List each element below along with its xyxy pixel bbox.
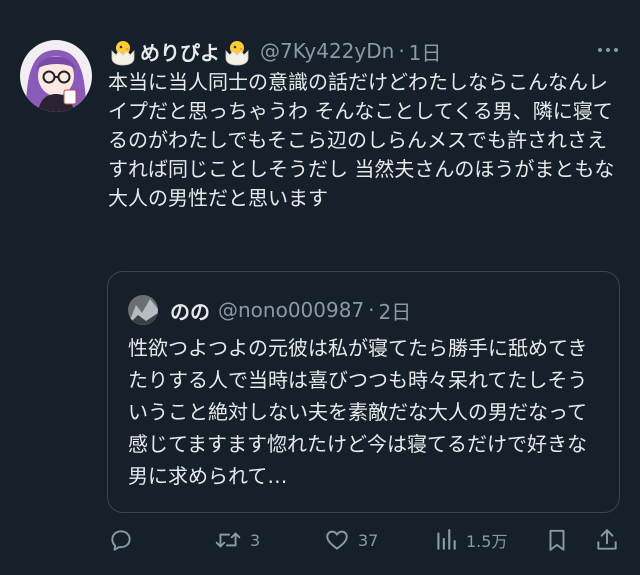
tweet-header: めりぴよ @7Ky422yDn · 1日	[108, 34, 441, 68]
quoted-author-avatar	[128, 295, 158, 325]
separator: ·	[368, 298, 375, 322]
tweet: めりぴよ @7Ky422yDn · 1日 本当に当人同士の意識の話だけどわたしな…	[0, 0, 640, 575]
hatching-chick-icon	[222, 36, 252, 66]
like-button[interactable]: 37	[324, 522, 378, 558]
share-button[interactable]	[594, 522, 620, 558]
author-display-name[interactable]: めりぴよ	[140, 37, 220, 66]
separator: ·	[398, 39, 405, 63]
hatching-chick-icon	[108, 36, 138, 66]
views-button[interactable]: 1.5万	[434, 522, 507, 558]
views-count: 1.5万	[466, 532, 508, 551]
tweet-text: 本当に当人同士の意識の話だけどわたしならこんなんレイプだと思っちゃうわ そんなこ…	[108, 70, 615, 210]
repost-icon	[214, 527, 242, 553]
more-options-icon[interactable]	[598, 40, 618, 60]
quoted-tweet-text: 性欲つよつよの元彼は私が寝てたら勝手に舐めてきたりする人で当時は喜びつつも時々呆…	[128, 336, 588, 488]
bookmark-button[interactable]	[544, 522, 570, 558]
quoted-tweet-header: のの @nono000987 · 2日	[128, 294, 411, 326]
heart-icon	[324, 527, 350, 553]
share-icon	[594, 527, 620, 553]
author-avatar[interactable]	[20, 40, 92, 112]
quoted-tweet[interactable]: のの @nono000987 · 2日 性欲つよつよの元彼は私が寝てたら勝手に舐…	[107, 271, 620, 513]
action-bar: 3 37 1.5万	[108, 522, 628, 558]
repost-count: 3	[250, 530, 261, 550]
like-count: 37	[358, 530, 379, 550]
bookmark-icon	[544, 527, 570, 553]
quoted-author-display-name: のの	[170, 299, 210, 324]
author-handle[interactable]: @7Ky422yDn	[260, 39, 394, 63]
repost-button[interactable]: 3	[214, 522, 260, 558]
post-time[interactable]: 1日	[409, 37, 442, 66]
analytics-icon	[434, 527, 458, 553]
reply-icon	[108, 527, 134, 553]
reply-button[interactable]	[108, 522, 134, 558]
quoted-author-handle: @nono000987	[218, 298, 365, 322]
quoted-post-time: 2日	[378, 299, 412, 324]
